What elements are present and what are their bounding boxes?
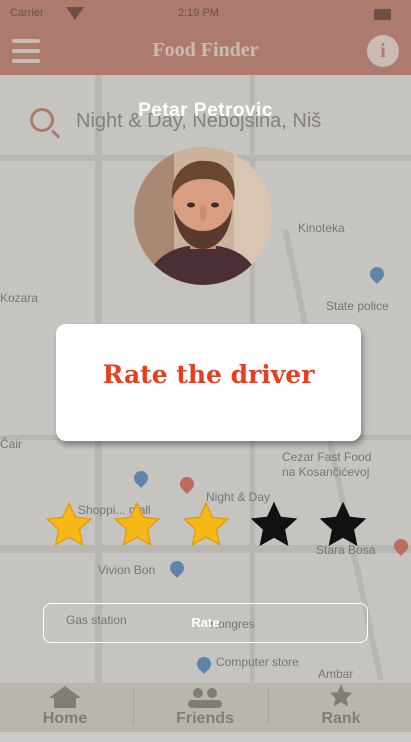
- star-4-icon[interactable]: [249, 500, 299, 550]
- star-3-icon[interactable]: [181, 500, 231, 550]
- rate-button[interactable]: Rate: [43, 603, 368, 643]
- driver-name: Petar Petrovic: [138, 100, 273, 121]
- star-rating[interactable]: [0, 500, 411, 550]
- rate-dialog-card: Rate the driver: [56, 324, 361, 441]
- avatar: [134, 147, 272, 285]
- star-2-icon[interactable]: [112, 500, 162, 550]
- dialog-title: Rate the driver: [102, 360, 315, 389]
- star-5-icon[interactable]: [318, 500, 368, 550]
- star-1-icon[interactable]: [44, 500, 94, 550]
